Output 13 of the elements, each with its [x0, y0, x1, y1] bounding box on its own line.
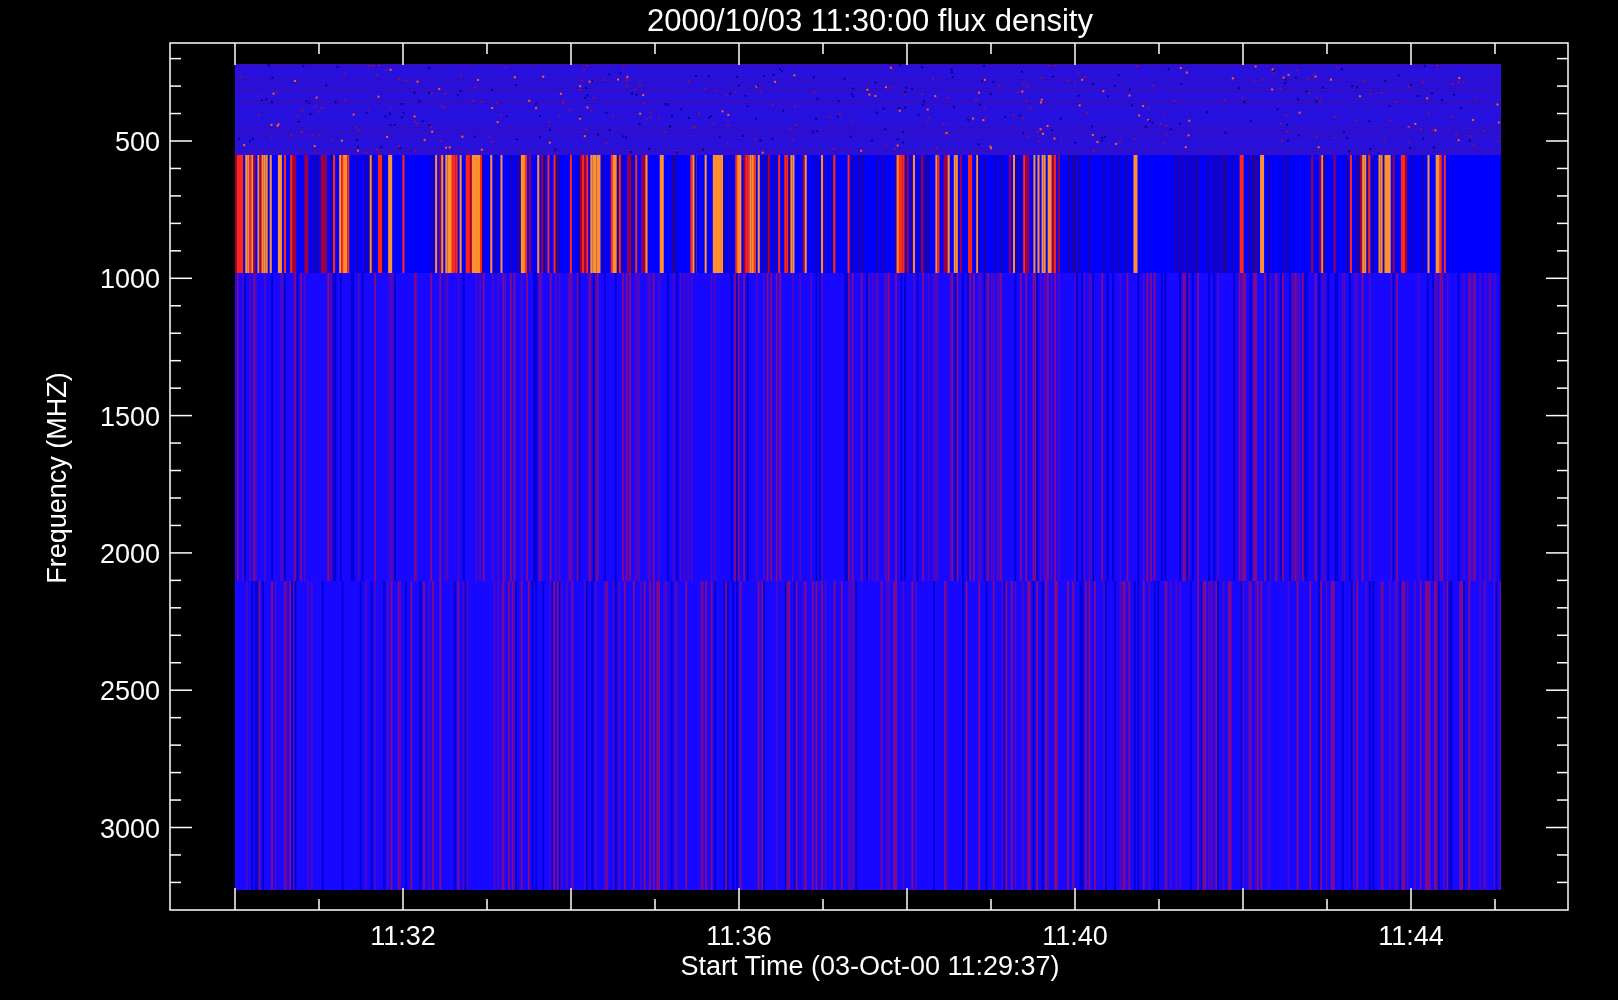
- tick-label: 2500: [99, 676, 160, 707]
- chart-title: 2000/10/03 11:30:00 flux density: [647, 3, 1093, 38]
- tick-label: 11:40: [1042, 921, 1108, 951]
- tick-label: 500: [114, 127, 160, 157]
- tick-label: 11:32: [370, 921, 436, 951]
- tick-label: 11:36: [706, 921, 772, 951]
- tick-label: 3000: [99, 813, 160, 844]
- tick-label: 1000: [99, 264, 160, 295]
- tick-label: 2000: [99, 538, 160, 569]
- tick-label: 11:44: [1378, 921, 1444, 951]
- axis-label: Frequency (MHZ): [42, 372, 72, 584]
- axis-label: Start Time (03-Oct-00 11:29:37): [680, 951, 1060, 981]
- tick-label: 1500: [99, 401, 160, 432]
